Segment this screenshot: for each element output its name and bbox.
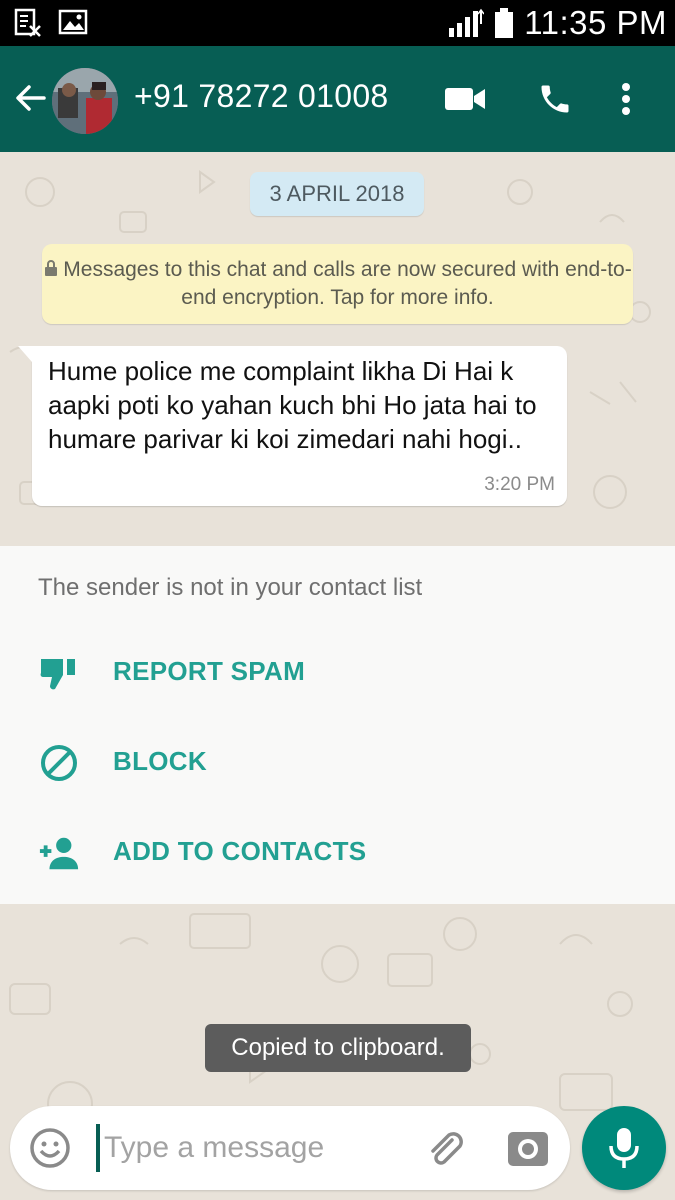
message-text: Hume police me complaint likha Di Hai k … — [48, 356, 537, 454]
more-options-icon — [622, 83, 630, 115]
unknown-sender-panel: The sender is not in your contact list R… — [0, 546, 675, 904]
sim-no-service-icon — [14, 8, 41, 37]
battery-icon — [495, 8, 514, 38]
block-label: BLOCK — [113, 746, 207, 776]
camera-icon[interactable] — [504, 1124, 552, 1172]
block-button[interactable]: BLOCK — [0, 722, 675, 802]
back-arrow-icon[interactable] — [12, 80, 48, 116]
encryption-notice[interactable]: Messages to this chat and calls are now … — [42, 244, 633, 324]
copied-toast: Copied to clipboard. — [205, 1024, 471, 1072]
add-to-contacts-label: ADD TO CONTACTS — [113, 836, 367, 866]
encryption-notice-text: Messages to this chat and calls are now … — [63, 258, 632, 309]
block-icon — [41, 745, 77, 781]
status-bar: 11:35 PM — [0, 0, 675, 46]
add-to-contacts-button[interactable]: ADD TO CONTACTS — [0, 812, 675, 892]
message-composer — [10, 1106, 570, 1190]
message-input[interactable] — [96, 1124, 416, 1172]
bubble-tail — [18, 346, 32, 362]
add-contact-icon — [39, 837, 79, 870]
attach-icon[interactable] — [422, 1126, 466, 1170]
signal-icon — [449, 8, 485, 37]
incoming-message[interactable]: Hume police me complaint likha Di Hai k … — [18, 346, 567, 506]
report-spam-label: REPORT SPAM — [113, 656, 306, 686]
message-time: 3:20 PM — [484, 474, 555, 495]
lock-icon — [45, 260, 58, 276]
mic-button[interactable] — [582, 1106, 666, 1190]
emoji-icon[interactable] — [28, 1126, 72, 1170]
report-spam-button[interactable]: REPORT SPAM — [0, 632, 675, 712]
avatar[interactable] — [52, 68, 118, 134]
mic-icon — [609, 1128, 639, 1168]
voice-call-button[interactable] — [528, 72, 582, 126]
contact-name[interactable]: +91 78272 01008 — [134, 78, 389, 115]
voice-call-icon — [541, 85, 569, 113]
date-divider: 3 APRIL 2018 — [250, 172, 424, 216]
more-options-button[interactable] — [606, 72, 646, 126]
chat-area: 3 APRIL 2018 Messages to this chat and c… — [0, 152, 675, 548]
unknown-sender-note: The sender is not in your contact list — [38, 574, 423, 601]
status-time: 11:35 PM — [524, 4, 667, 41]
image-notification-icon — [58, 9, 88, 35]
thumbs-down-icon — [40, 659, 75, 690]
video-call-button[interactable] — [438, 72, 492, 126]
video-call-icon — [445, 88, 485, 110]
chat-header: +91 78272 01008 — [0, 46, 675, 152]
